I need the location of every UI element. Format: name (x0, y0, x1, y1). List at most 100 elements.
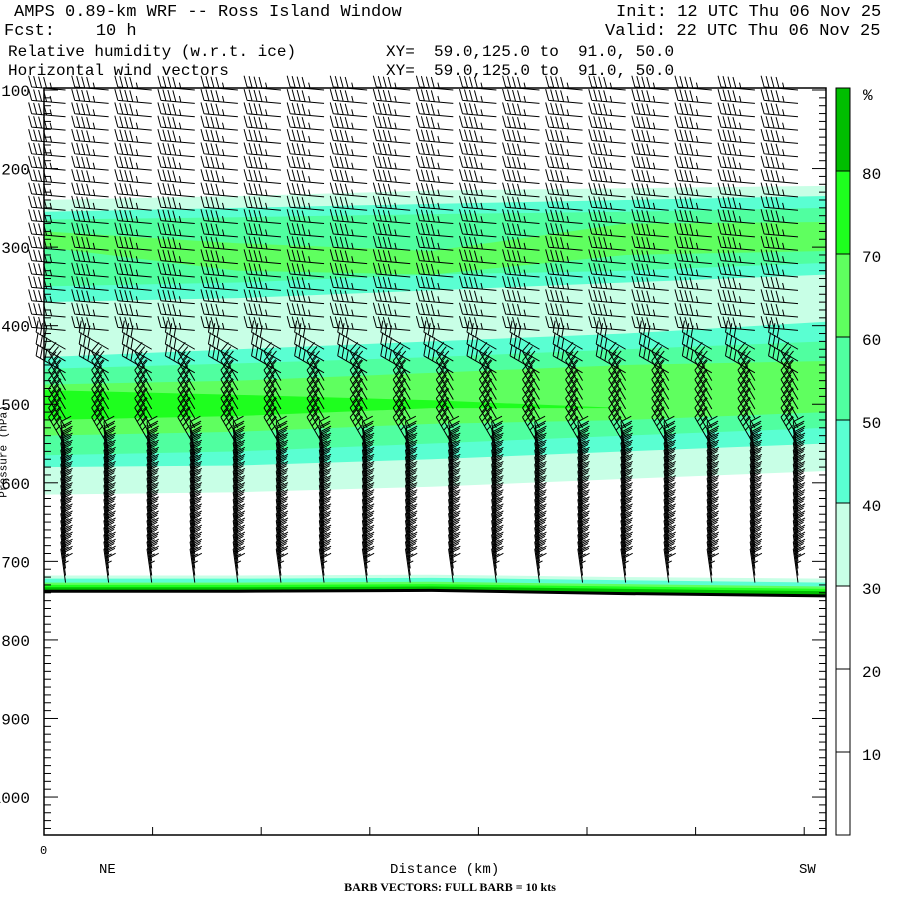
wind-barb (717, 155, 755, 171)
wind-barb (415, 115, 454, 131)
wind-barb (329, 102, 368, 118)
wind-barb (545, 115, 583, 131)
wind-barb (286, 88, 325, 104)
wind-barb (200, 142, 238, 158)
wind-barb (243, 155, 282, 171)
y-tick-label: 800 (1, 633, 30, 651)
colorbar-label: 60 (862, 332, 881, 350)
wind-barb (502, 129, 540, 144)
wind-barb (372, 169, 411, 184)
wind-barb (502, 102, 540, 118)
wind-barb (243, 129, 282, 144)
colorbar-label: 30 (862, 581, 881, 599)
wind-barb (760, 129, 799, 144)
wind-barb (114, 182, 152, 198)
wind-barb (114, 102, 152, 118)
wind-barb (459, 115, 497, 131)
wind-barb (588, 155, 626, 171)
wind-barb (243, 115, 282, 131)
wind-barb (674, 169, 712, 184)
wind-barb (243, 102, 282, 118)
wind-barb (545, 155, 583, 171)
wind-barb (243, 169, 282, 184)
wind-barb (415, 142, 454, 158)
cross-section-plot: 100 200 300 400 500 600 700 800 900 1000 10 20 30 40… (0, 75, 881, 836)
wind-barb (157, 182, 195, 198)
wind-barb (243, 88, 282, 104)
wind-barb (329, 88, 368, 104)
wind-barb (114, 115, 152, 131)
wind-barb (502, 142, 540, 158)
colorbar-label: 10 (862, 747, 881, 765)
wind-barb (71, 142, 109, 158)
direction-right-label: SW (799, 862, 816, 878)
wind-barb (717, 102, 755, 118)
wind-barb (286, 142, 325, 158)
wind-barb (545, 129, 583, 144)
wind-barb (415, 102, 454, 118)
wind-barb (717, 115, 755, 131)
y-tick-label: 600 (1, 476, 30, 494)
wind-barb (200, 88, 238, 104)
wind-barb (588, 102, 626, 118)
wind-barb (114, 88, 152, 104)
wind-barb (545, 88, 583, 104)
wind-barb (760, 155, 799, 171)
colorbar-box (835, 87, 851, 172)
wind-barb (114, 155, 152, 171)
wind-barb (545, 169, 583, 184)
wind-barb (545, 102, 583, 118)
wind-barb (459, 142, 497, 158)
wind-barb (717, 142, 755, 158)
colorbar-box (835, 336, 851, 421)
wind-barb (674, 142, 712, 158)
wind-barb (329, 155, 368, 171)
y-tick-label: 400 (1, 319, 30, 337)
y-tick-label: 900 (1, 711, 30, 729)
wind-barb (200, 155, 238, 171)
wind-barb (415, 129, 454, 144)
wind-barb (372, 142, 411, 158)
wind-barb (631, 169, 669, 184)
x-axis-label: Distance (km) (390, 862, 500, 878)
wind-barb (717, 88, 755, 104)
wind-barb (760, 88, 799, 104)
wind-barb (459, 88, 497, 104)
wind-barb (674, 88, 712, 104)
wind-barb (588, 142, 626, 158)
wind-barb (372, 102, 411, 118)
wind-barb (200, 102, 238, 118)
wind-barb (200, 115, 238, 131)
wind-barb (286, 155, 325, 171)
wind-barb (28, 88, 66, 104)
wind-barb (157, 129, 195, 144)
wind-barb (502, 88, 540, 104)
wind-barb (157, 88, 195, 104)
wind-barb (415, 169, 454, 184)
wind-barb (717, 169, 755, 184)
wind-barb (114, 169, 152, 184)
wind-barb (329, 115, 368, 131)
wind-barb (157, 102, 195, 118)
y-tick-label: 300 (1, 240, 30, 258)
wind-barb (631, 102, 669, 118)
wind-barb (372, 129, 411, 144)
wind-barb (760, 115, 799, 131)
barb-legend-note: BARB VECTORS: FULL BARB = 10 kts (344, 880, 556, 894)
wind-barb (157, 142, 195, 158)
wind-barb (200, 169, 238, 184)
wind-barb (588, 129, 626, 144)
wind-barb (631, 142, 669, 158)
direction-left-label: NE (99, 862, 116, 878)
wind-barb (459, 169, 497, 184)
wind-barb (372, 155, 411, 171)
wind-barb (588, 115, 626, 131)
wind-barb (28, 102, 66, 118)
below-ground-area (44, 590, 826, 835)
wind-barb (588, 169, 626, 184)
wind-barb (286, 115, 325, 131)
wind-barb (71, 129, 109, 144)
wind-barb (71, 115, 109, 131)
wind-barb (157, 169, 195, 184)
wind-barb (71, 155, 109, 171)
